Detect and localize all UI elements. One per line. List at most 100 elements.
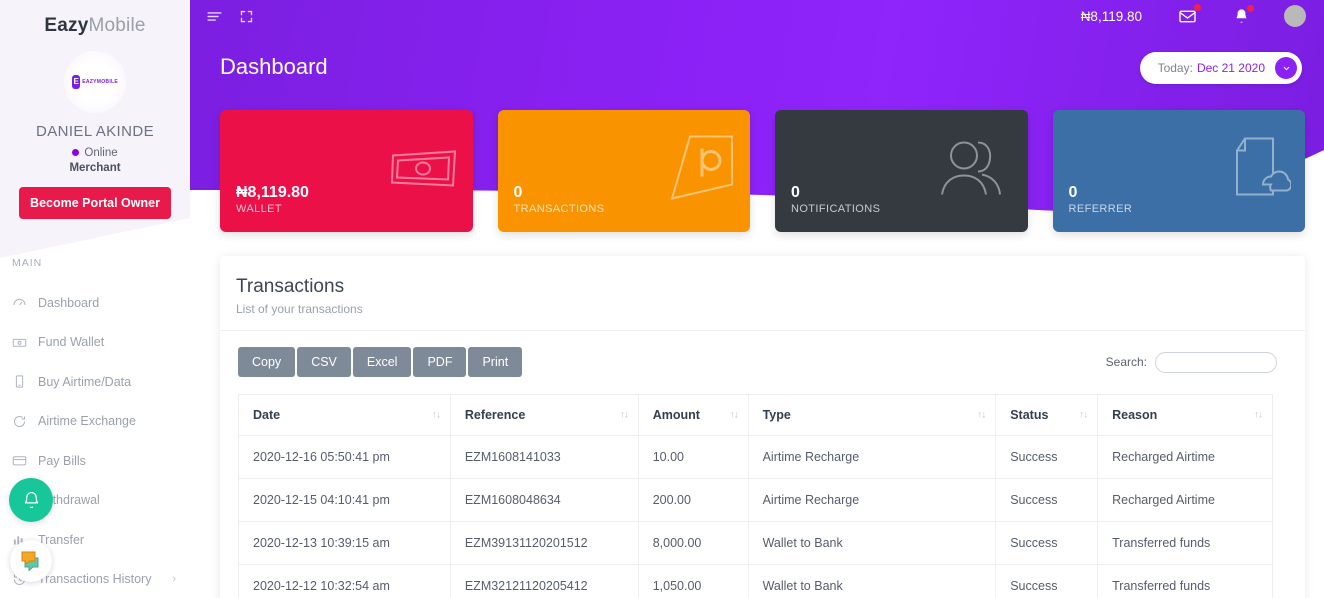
cell-type: Wallet to Bank <box>747 564 997 598</box>
topbar-balance: ₦8,119.80 <box>1080 8 1142 24</box>
column-header-reason[interactable]: Reason ↑↓ <box>1097 394 1273 436</box>
stat-card-wallet[interactable]: ₦8,119.80 WALLET <box>220 110 473 232</box>
stat-card-caption: WALLET <box>236 203 283 215</box>
notifications-button[interactable] <box>1233 4 1254 25</box>
top-bar: ₦8,119.80 <box>190 0 1324 32</box>
column-header-amount[interactable]: Amount ↑↓ <box>638 394 749 436</box>
column-header-type[interactable]: Type ↑↓ <box>748 394 997 436</box>
column-label: Status <box>1010 408 1049 422</box>
transactions-panel: Transactions List of your transactions C… <box>220 256 1305 598</box>
sidebar-item-pay-bills[interactable]: Pay Bills <box>0 441 190 481</box>
table-header-row: Date ↑↓ Reference ↑↓ Amount ↑↓ Type ↑↓ S… <box>238 394 1273 436</box>
cell-date: 2020-12-15 04:10:41 pm <box>238 478 451 522</box>
sort-icon[interactable]: ↑↓ <box>977 410 986 421</box>
table-row[interactable]: 2020-12-16 05:50:41 pm EZM1608141033 10.… <box>238 435 1273 479</box>
transactions-table: Date ↑↓ Reference ↑↓ Amount ↑↓ Type ↑↓ S… <box>238 394 1273 598</box>
sidebar-item-label: Fund Wallet <box>38 335 105 350</box>
messages-badge <box>1194 3 1201 11</box>
stat-card-body: 0 REFERRER <box>1069 183 1133 215</box>
stat-card-caption: REFERRER <box>1068 203 1133 215</box>
csv-button[interactable]: CSV <box>297 347 351 377</box>
sidebar-section-label: MAIN <box>12 257 43 269</box>
stat-card-value: 0 <box>513 184 523 201</box>
search-input[interactable] <box>1155 351 1277 373</box>
user-avatar[interactable] <box>1284 5 1306 27</box>
sidebar-item-label: Dashboard <box>38 295 100 310</box>
stat-card-notifications[interactable]: 0 NOTIFICATIONS <box>775 110 1028 232</box>
column-header-date[interactable]: Date ↑↓ <box>238 394 451 436</box>
stat-card-caption: NOTIFICATIONS <box>791 203 881 215</box>
sort-icon[interactable]: ↑↓ <box>1254 410 1263 421</box>
date-value: Dec 21 2020 <box>1196 61 1265 75</box>
dashboard-page: EazyMobile E EAZYMOBILE DANIEL AKINDE On… <box>0 0 1324 598</box>
stat-card-body: 0 TRANSACTIONS <box>514 183 605 215</box>
floating-notification-button[interactable] <box>9 478 53 522</box>
sort-icon[interactable]: ↑↓ <box>730 410 739 421</box>
print-button[interactable]: Print <box>468 347 523 377</box>
cell-amount: 1,050.00 <box>637 564 749 598</box>
stat-card-referrer[interactable]: 0 REFERRER <box>1052 110 1305 232</box>
panel-title: Transactions <box>236 276 345 297</box>
people-art-icon <box>934 137 1014 206</box>
cell-status: Success <box>995 435 1099 479</box>
table-row[interactable]: 2020-12-15 04:10:41 pm EZM1608048634 200… <box>238 478 1273 522</box>
sidebar-item-label: Transfer <box>38 532 85 547</box>
credit-card-icon <box>12 453 38 468</box>
merchant-logo-icon: E EAZYMOBILE <box>72 75 118 90</box>
cell-reason: Transferred funds <box>1097 564 1273 598</box>
hamburger-menu-icon[interactable] <box>206 8 223 25</box>
column-label: Reference <box>464 408 526 422</box>
chat-widget-button[interactable] <box>10 540 52 582</box>
refresh-circle-icon <box>12 414 38 429</box>
cell-reference: EZM1608048634 <box>449 478 639 522</box>
stat-card-caption: TRANSACTIONS <box>513 203 605 215</box>
cell-amount: 200.00 <box>637 478 749 522</box>
banknote-icon <box>12 335 38 350</box>
stat-card-body: 0 NOTIFICATIONS <box>791 183 880 215</box>
sidebar-item-buy-airtime-data[interactable]: Buy Airtime/Data <box>0 362 190 402</box>
stat-card-value: 0 <box>791 184 800 201</box>
messages-button[interactable] <box>1178 3 1201 26</box>
sidebar-item-fund-wallet[interactable]: Fund Wallet <box>0 323 190 363</box>
cell-type: Airtime Recharge <box>747 478 997 522</box>
cell-status: Success <box>995 521 1099 565</box>
logo-square-icon: E <box>72 75 81 89</box>
column-label: Amount <box>652 408 700 422</box>
sidebar-item-label: Transactions History <box>38 572 152 587</box>
cell-date: 2020-12-13 10:39:15 am <box>238 521 451 565</box>
cell-reference: EZM32121120205412 <box>449 564 639 598</box>
brand-logo: EazyMobile <box>0 0 190 37</box>
sort-icon[interactable]: ↑↓ <box>432 410 441 421</box>
become-portal-owner-button[interactable]: Become Portal Owner <box>19 187 171 219</box>
column-label: Reason <box>1112 408 1158 422</box>
sort-icon[interactable]: ↑↓ <box>620 410 629 421</box>
excel-button[interactable]: Excel <box>352 347 412 377</box>
mobile-phone-icon <box>12 374 38 389</box>
chevron-down-icon[interactable] <box>1275 57 1297 79</box>
sidebar-item-dashboard[interactable]: Dashboard <box>0 283 190 323</box>
table-toolbar: Copy CSV Excel PDF Print Search: <box>220 331 1305 389</box>
table-row[interactable]: 2020-12-13 10:39:15 am EZM39131120201512… <box>238 521 1273 565</box>
sidebar-item-label: Buy Airtime/Data <box>38 374 132 389</box>
cell-reason: Recharged Airtime <box>1097 478 1273 522</box>
cell-type: Wallet to Bank <box>747 521 997 565</box>
copy-button[interactable]: Copy <box>238 347 296 377</box>
fullscreen-icon[interactable] <box>239 9 254 24</box>
cell-type: Airtime Recharge <box>747 435 997 479</box>
stat-card-value: 0 <box>1068 184 1078 201</box>
column-header-status[interactable]: Status ↑↓ <box>995 394 1099 436</box>
cell-status: Success <box>995 564 1099 598</box>
stat-card-transactions[interactable]: 0 TRANSACTIONS <box>497 110 750 232</box>
stat-card-value: ₦8,119.80 <box>236 184 309 201</box>
column-header-reference[interactable]: Reference ↑↓ <box>450 394 639 436</box>
sort-icon[interactable]: ↑↓ <box>1079 410 1088 421</box>
sidebar-item-airtime-exchange[interactable]: Airtime Exchange <box>0 402 190 442</box>
sidebar-item-label: Withdrawal <box>38 493 100 508</box>
stat-cards: ₦8,119.80 WALLET 0 TRANSACTIONS 0 NOTIFI… <box>220 110 1305 232</box>
date-selector[interactable]: Today: Dec 21 2020 <box>1139 52 1302 84</box>
table-row[interactable]: 2020-12-12 10:32:54 am EZM32121120205412… <box>238 564 1273 598</box>
panel-header: Transactions List of your transactions <box>220 256 1305 331</box>
cell-date: 2020-12-16 05:50:41 pm <box>238 435 451 479</box>
pdf-button[interactable]: PDF <box>413 347 467 377</box>
search-label: Search: <box>1105 355 1147 369</box>
